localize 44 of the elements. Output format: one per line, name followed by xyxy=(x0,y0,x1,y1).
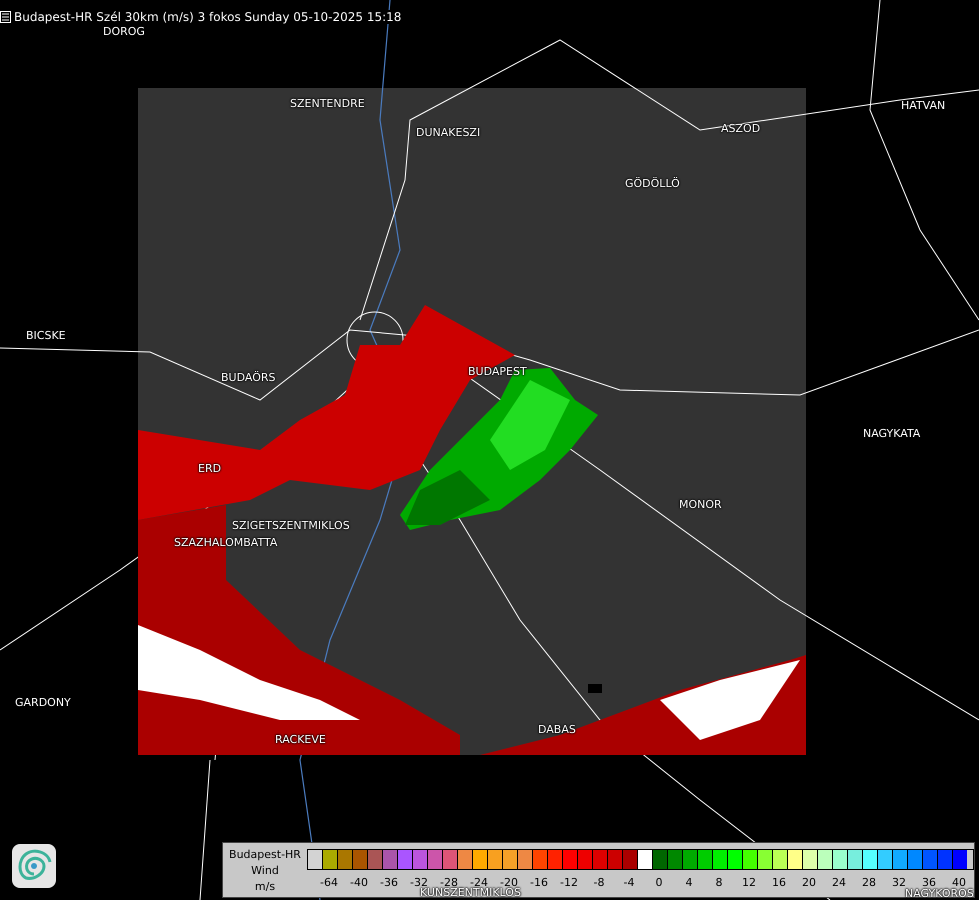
place-label: BUDAÖRS xyxy=(221,372,276,384)
tick-label: -12 xyxy=(559,875,579,889)
place-label: ASZOD xyxy=(721,123,760,135)
tick-label: -16 xyxy=(529,875,549,889)
tick-label: -64 xyxy=(319,875,339,889)
place-label: ERD xyxy=(198,463,222,475)
tick-label: 0 xyxy=(654,875,664,889)
tick-label: 36 xyxy=(922,875,936,889)
tick-label: -24 xyxy=(470,875,488,889)
legend-station: Budapest-HR xyxy=(229,847,301,863)
tick-label: -28 xyxy=(440,875,458,889)
place-label: KUNSZENTMIKLOS xyxy=(420,887,521,899)
tick-label: -32 xyxy=(409,875,428,889)
place-label: DABAS xyxy=(538,724,576,736)
radar-title: Budapest-HR Szél 30km (m/s) 3 fokos Sunday 05-10-2025 15:18 xyxy=(14,10,402,24)
tick-label: -4 xyxy=(622,875,636,889)
place-label: SZAZHALOMBATTA xyxy=(174,537,278,549)
tick-label: 20 xyxy=(801,875,817,889)
tick-label: 40 xyxy=(952,875,966,889)
tick-label: 28 xyxy=(861,875,877,889)
tick-label: -20 xyxy=(500,875,518,889)
legend-quantity: Wind xyxy=(251,863,279,879)
place-label: DOROG xyxy=(103,26,145,38)
tick-label: 24 xyxy=(831,875,847,889)
tick-label: 8 xyxy=(714,875,724,889)
place-label: GARDONY xyxy=(15,697,71,709)
place-label: SZIGETSZENTMIKLOS xyxy=(232,520,350,532)
place-label: HATVAN xyxy=(901,100,946,112)
place-label: SZENTENDRE xyxy=(290,98,365,110)
legend-unit: m/s xyxy=(254,879,276,895)
place-label: MONOR xyxy=(679,499,722,511)
place-label: BICSKE xyxy=(26,330,66,342)
place-label: DUNAKESZI xyxy=(416,127,480,139)
place-label: GÖDÖLLÖ xyxy=(625,178,680,190)
place-label: RACKEVE xyxy=(275,734,326,746)
tick-label: 16 xyxy=(771,875,787,889)
tick-label: -8 xyxy=(592,875,606,889)
tick-label: 12 xyxy=(741,875,757,889)
tick-label: -40 xyxy=(349,875,369,889)
place-label: NAGYKATA xyxy=(863,428,920,440)
place-label: NAGYKOROS xyxy=(905,888,974,900)
tick-label: -36 xyxy=(379,875,399,889)
tick-label: 4 xyxy=(684,875,694,889)
tick-label: 32 xyxy=(891,875,906,889)
